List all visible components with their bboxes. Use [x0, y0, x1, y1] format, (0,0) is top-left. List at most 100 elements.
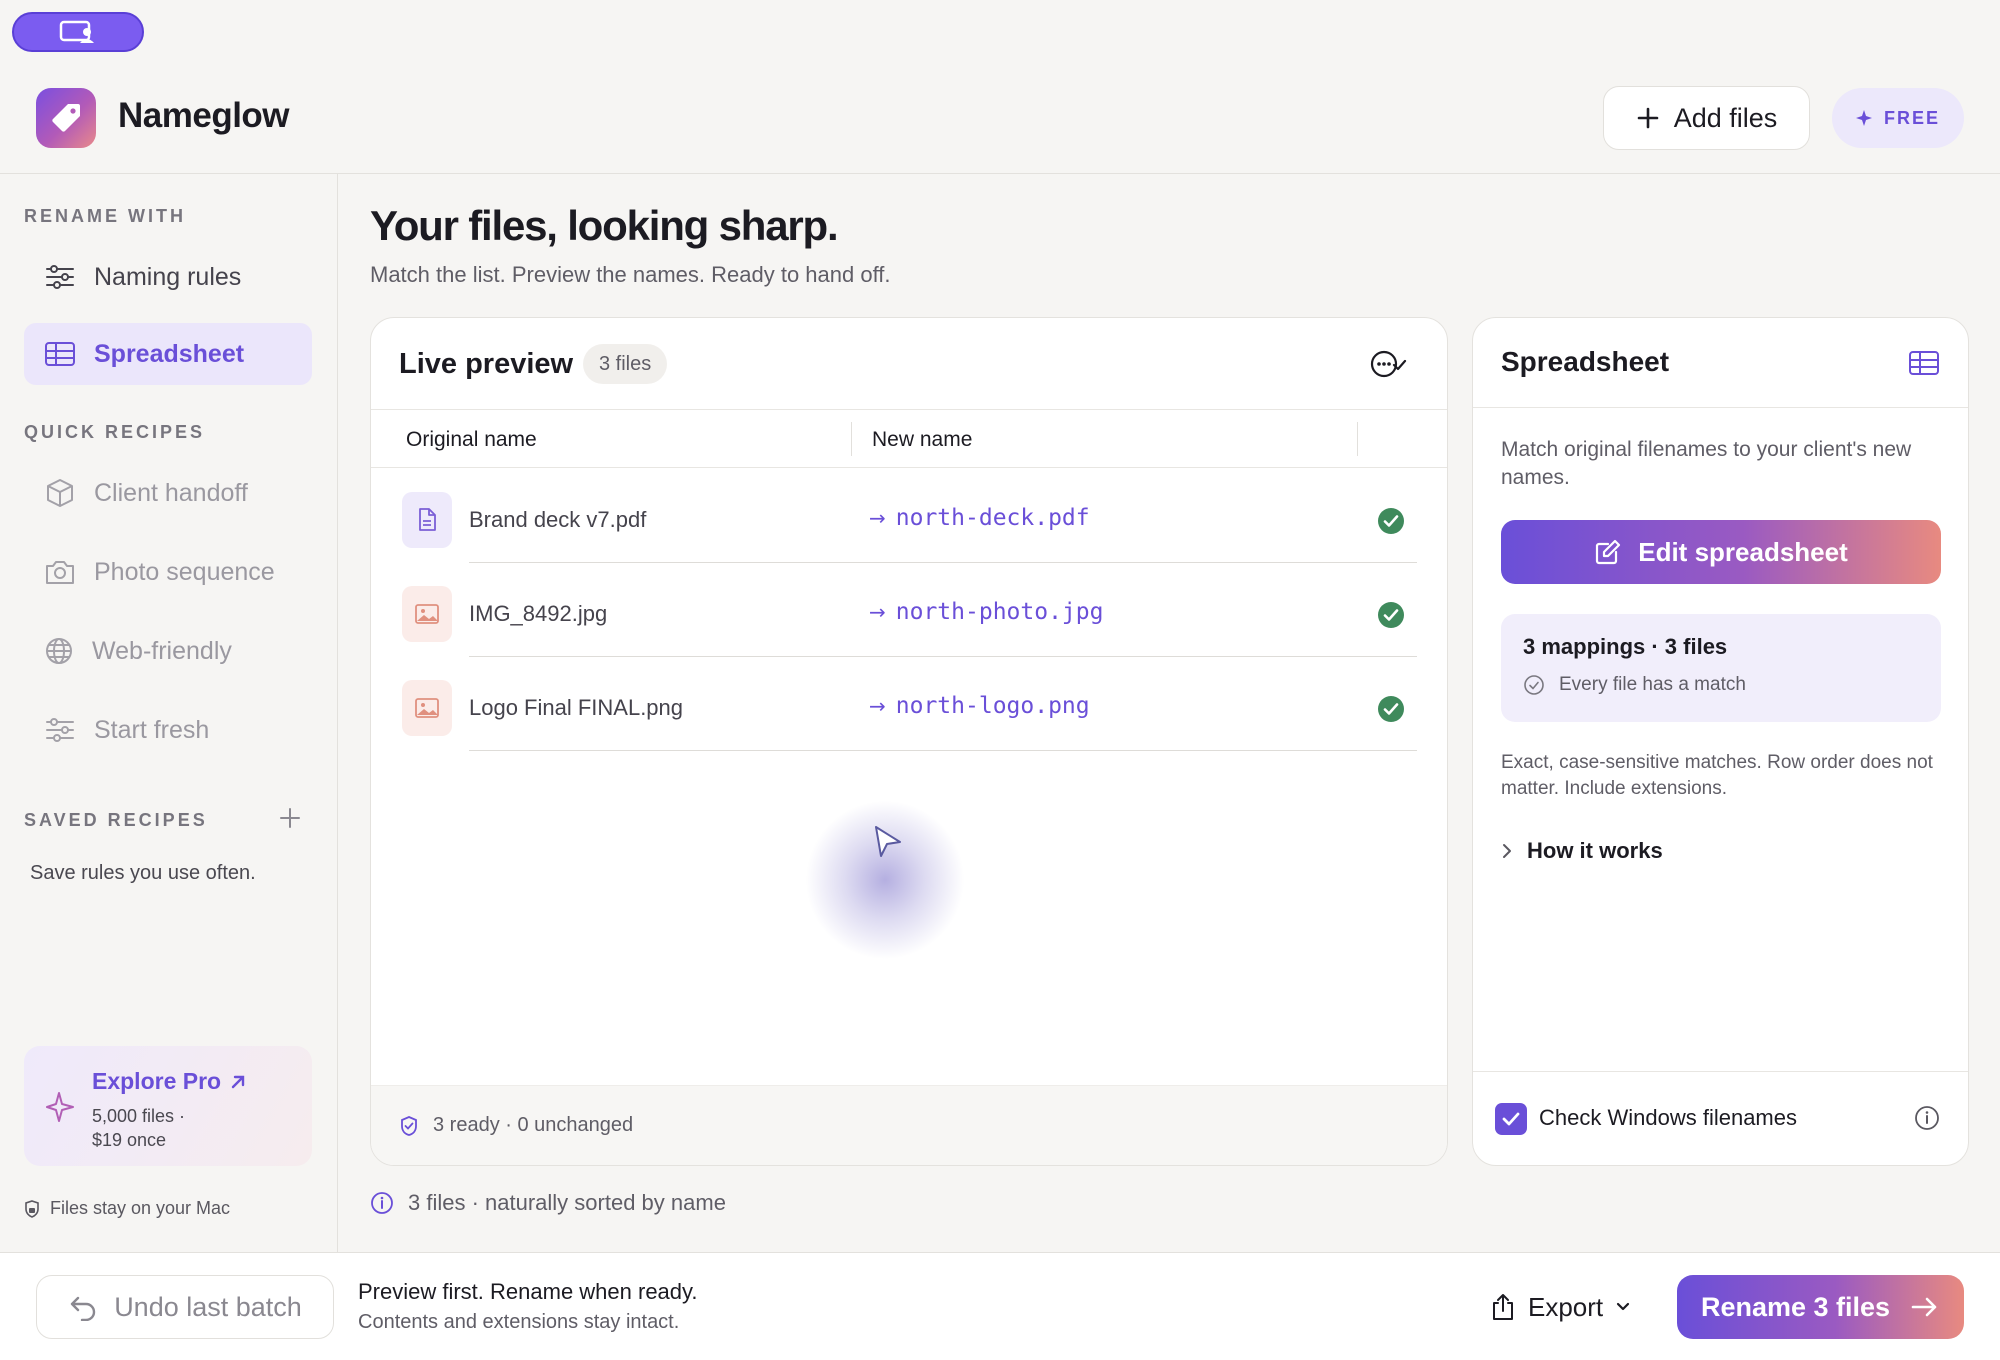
original-filename: Brand deck v7.pdf: [469, 507, 647, 532]
explore-pro-link[interactable]: Explore Pro: [92, 1068, 247, 1095]
column-original-name[interactable]: Original name: [406, 428, 537, 452]
windows-filenames-label[interactable]: Check Windows filenames: [1539, 1105, 1797, 1131]
table-row[interactable]: IMG_8492.jpg → north-photo.jpg: [371, 563, 1447, 657]
box-icon: [47, 479, 73, 507]
chevron-down-icon: [1617, 1302, 1630, 1311]
more-check-icon: [1370, 350, 1407, 378]
export-label: Export: [1528, 1291, 1604, 1322]
app-title: Nameglow: [118, 96, 290, 135]
recipe-photo-sequence[interactable]: Photo sequence: [24, 541, 312, 603]
sliders-icon: [46, 718, 74, 742]
sparkle-icon: [46, 1092, 74, 1122]
sliders-icon: [46, 265, 74, 289]
add-saved-recipe-button[interactable]: [276, 804, 304, 832]
spreadsheet-panel-header: Spreadsheet: [1473, 318, 1968, 408]
arrow-right-icon: [1911, 1297, 1937, 1317]
arrow-right-icon: →: [869, 506, 886, 530]
arrow-right-icon: →: [869, 600, 886, 624]
app-header: Nameglow Add files FREE: [0, 64, 2000, 174]
new-filename-text: north-logo.png: [895, 693, 1090, 719]
recipe-web-friendly[interactable]: Web-friendly: [24, 620, 312, 682]
preview-status-label: 3 ready · 0 unchanged: [433, 1114, 634, 1136]
saved-recipes-hint: Save rules you use often.: [30, 862, 256, 884]
file-type-badge: [402, 680, 452, 736]
plan-badge[interactable]: FREE: [1832, 88, 1964, 148]
mapping-count: 3 mappings · 3 files: [1523, 634, 1728, 659]
recipe-client-handoff[interactable]: Client handoff: [24, 462, 312, 524]
spreadsheet-panel-title: Spreadsheet: [1501, 346, 1670, 377]
undo-last-batch-button[interactable]: Undo last batch: [36, 1275, 334, 1339]
rename-files-button[interactable]: Rename 3 files: [1677, 1275, 1964, 1339]
pointer-cursor-icon: [875, 826, 901, 857]
recipe-start-fresh[interactable]: Start fresh: [24, 699, 312, 761]
external-arrow-icon: [231, 1075, 245, 1088]
add-files-button[interactable]: Add files: [1603, 86, 1810, 150]
recipe-label: Start fresh: [94, 715, 210, 744]
row-divider: [469, 750, 1417, 751]
spreadsheet-panel: Spreadsheet Match original filenames to …: [1472, 317, 1969, 1166]
page-title: Your files, looking sharp.: [370, 202, 839, 249]
app-logo: [36, 88, 96, 148]
sidebar-item-naming-rules[interactable]: Naming rules: [24, 246, 312, 308]
windows-filenames-checkbox[interactable]: [1495, 1103, 1527, 1135]
new-filename: → north-photo.jpg: [869, 599, 1103, 625]
export-dropdown[interactable]: Export: [1490, 1283, 1631, 1331]
matching-rules-note: Exact, case-sensitive matches. Row order…: [1501, 752, 1933, 799]
section-quick-recipes: QUICK RECIPES: [24, 422, 206, 442]
column-divider[interactable]: [851, 422, 852, 456]
live-preview-header: Live preview 3 files: [371, 318, 1447, 410]
bottom-action-bar: Undo last batch Preview first. Rename wh…: [0, 1252, 2000, 1360]
preview-options-button[interactable]: [1369, 348, 1407, 385]
undo-label: Undo last batch: [114, 1291, 302, 1322]
check-circle-icon: [1378, 602, 1404, 628]
table-header: Original name New name: [371, 410, 1447, 468]
table-icon: [45, 342, 75, 366]
section-saved-recipes: SAVED RECIPES: [24, 810, 208, 830]
recipe-label: Client handoff: [94, 478, 248, 507]
table-row[interactable]: Brand deck v7.pdf → north-deck.pdf: [371, 469, 1447, 563]
screen-share-icon: [59, 20, 94, 43]
edit-spreadsheet-button[interactable]: Edit spreadsheet: [1501, 520, 1941, 584]
privacy-note-label: Files stay on your Mac: [50, 1198, 231, 1218]
info-icon[interactable]: [1914, 1105, 1940, 1131]
sidebar-item-spreadsheet[interactable]: Spreadsheet: [24, 323, 312, 385]
tag-icon: [52, 104, 80, 132]
file-type-badge: [402, 492, 452, 548]
plus-icon: [1637, 107, 1659, 129]
sort-note-label: 3 files · naturally sorted by name: [408, 1190, 726, 1215]
new-filename-text: north-deck.pdf: [895, 505, 1090, 531]
original-filename: Logo Final FINAL.png: [469, 695, 684, 720]
lock-shield-icon: [25, 1199, 39, 1218]
spreadsheet-description: Match original filenames to your client'…: [1501, 438, 1912, 489]
recipe-label: Web-friendly: [92, 636, 232, 665]
mapping-summary: 3 mappings · 3 files Every file has a ma…: [1501, 614, 1941, 722]
preview-status: 3 ready · 0 unchanged: [399, 1114, 633, 1137]
spreadsheet-panel-footer: Check Windows filenames: [1473, 1071, 1968, 1165]
share-icon: [1493, 1294, 1513, 1320]
shield-check-icon: [401, 1115, 417, 1136]
checkmark-icon: [1502, 1112, 1520, 1126]
column-new-name[interactable]: New name: [872, 428, 972, 452]
screen-share-pill[interactable]: [12, 12, 144, 52]
original-filename: IMG_8492.jpg: [469, 601, 608, 626]
document-icon: [419, 508, 436, 531]
table-icon: [1909, 351, 1939, 375]
sidebar-item-label: Spreadsheet: [94, 339, 245, 368]
file-type-badge: [402, 586, 452, 642]
action-bar-title: Preview first. Rename when ready.: [358, 1279, 698, 1304]
camera-icon: [46, 561, 74, 584]
privacy-note: Files stay on your Mac: [24, 1198, 230, 1219]
globe-icon: [46, 638, 72, 664]
add-files-label: Add files: [1673, 102, 1778, 133]
image-icon: [415, 604, 439, 624]
explore-pro-label: Explore Pro: [92, 1068, 222, 1094]
check-circle-icon: [1378, 696, 1404, 722]
chevron-right-icon: [1503, 844, 1511, 858]
arrow-right-icon: →: [869, 694, 886, 718]
table-row[interactable]: Logo Final FINAL.png → north-logo.png: [371, 657, 1447, 751]
column-divider[interactable]: [1357, 422, 1358, 456]
pro-detail-files: 5,000 files ·: [92, 1106, 186, 1126]
check-circle-outline-icon: [1524, 675, 1544, 695]
explore-pro-card[interactable]: Explore Pro 5,000 files · $19 once: [24, 1046, 312, 1166]
how-it-works-toggle[interactable]: How it works: [1501, 838, 1663, 864]
